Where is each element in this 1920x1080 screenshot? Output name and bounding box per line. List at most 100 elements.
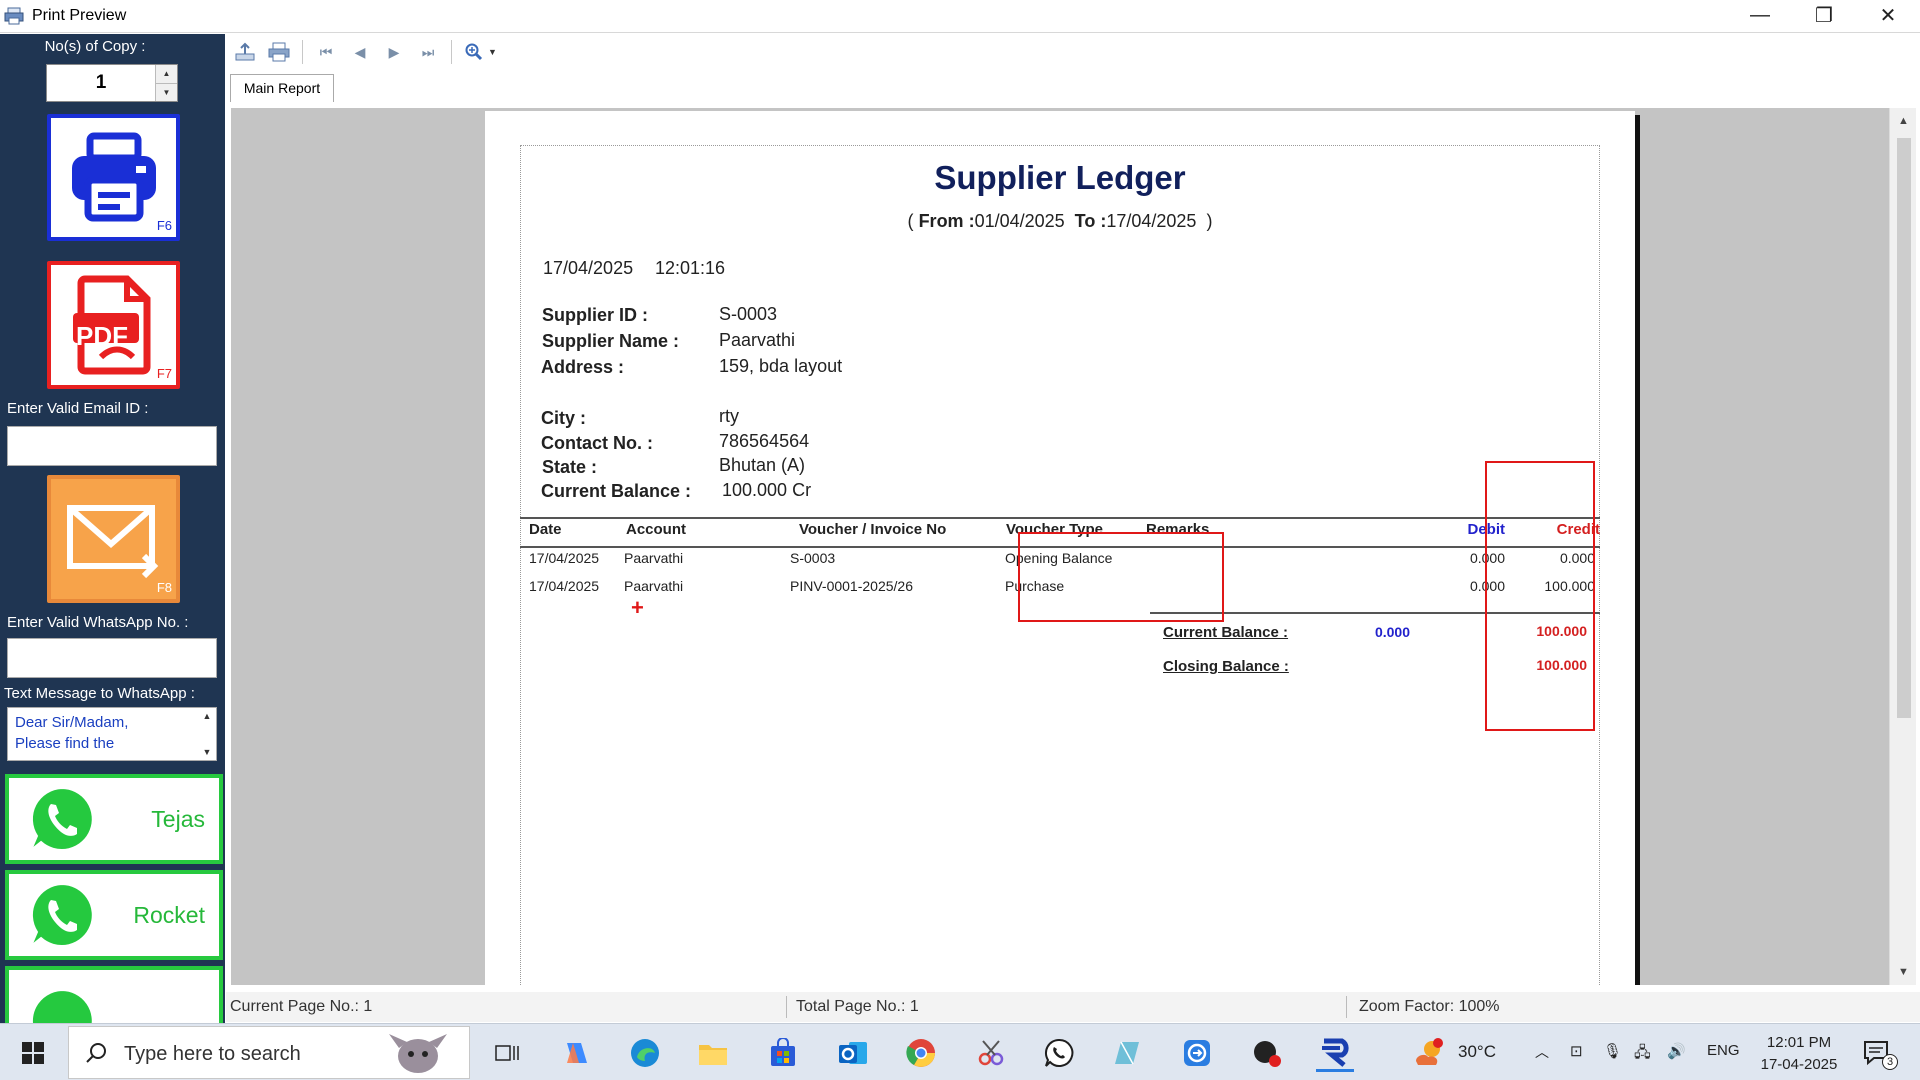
- supplier-id-value: S-0003: [719, 304, 778, 324]
- weather-button[interactable]: [1410, 1034, 1448, 1072]
- report-print-time: 12:01:16: [655, 258, 726, 278]
- export-icon: [235, 42, 255, 61]
- scroll-up-icon[interactable]: ▲: [203, 711, 212, 721]
- chrome-button[interactable]: [902, 1034, 940, 1072]
- scroll-thumb[interactable]: [1897, 138, 1911, 718]
- store-icon: [771, 1038, 795, 1066]
- message-scrollbar[interactable]: ▲ ▼: [198, 708, 216, 760]
- pdf-button[interactable]: PDF F7: [47, 261, 180, 389]
- snipping-tool-icon: [978, 1040, 1004, 1066]
- column-header-account: Account: [626, 521, 686, 538]
- chevron-down-icon: ▼: [488, 47, 497, 57]
- previous-page-icon: ◀: [354, 43, 366, 60]
- restore-button[interactable]: ❐: [1792, 0, 1856, 30]
- network-icon[interactable]: 🖧: [1634, 1042, 1651, 1067]
- active-app-button[interactable]: [1316, 1034, 1354, 1072]
- weather-temperature[interactable]: 30°C: [1458, 1042, 1496, 1062]
- file-explorer-button[interactable]: [694, 1034, 732, 1072]
- next-page-icon: ▶: [388, 43, 400, 60]
- report-tabs: Main Report: [228, 72, 1920, 104]
- zoom-dropdown-button[interactable]: ▼: [458, 37, 504, 67]
- store-button[interactable]: [764, 1034, 802, 1072]
- whatsapp-number-input[interactable]: [7, 638, 217, 678]
- copies-value[interactable]: 1: [47, 65, 155, 101]
- spin-down-icon[interactable]: ▼: [156, 82, 177, 101]
- email-icon: [66, 505, 158, 579]
- remote-desktop-icon: [1184, 1040, 1210, 1066]
- report-date-range: ( From :01/04/2025 To :17/04/2025 ): [485, 211, 1635, 232]
- print-button[interactable]: F6: [47, 114, 180, 241]
- status-total-page: Total Page No.: 1: [796, 998, 919, 1015]
- volume-icon[interactable]: 🔊: [1667, 1042, 1686, 1060]
- chevron-up-icon[interactable]: ︿: [1535, 1042, 1549, 1062]
- row-1-date: 17/04/2025: [529, 550, 600, 566]
- supplier-name-label: Supplier Name :: [542, 331, 680, 351]
- status-current-page: Current Page No.: 1: [230, 998, 373, 1015]
- search-highlight-icon: [389, 1034, 447, 1073]
- preview-vertical-scrollbar[interactable]: ▲ ▼: [1889, 108, 1916, 985]
- microphone-icon[interactable]: 🎙: [1603, 1042, 1622, 1060]
- weather-icon: [1416, 1038, 1443, 1065]
- remote-desktop-button[interactable]: [1178, 1034, 1216, 1072]
- whatsapp-taskbar-button[interactable]: [1040, 1034, 1078, 1072]
- status-separator: [786, 996, 787, 1018]
- taskbar-clock[interactable]: 12:01 PM 17-04-2025: [1754, 1032, 1844, 1076]
- windows-logo-icon: [22, 1042, 44, 1064]
- export-button[interactable]: [228, 37, 262, 67]
- snipping-tool-button[interactable]: [972, 1034, 1010, 1072]
- spin-up-icon[interactable]: ▲: [156, 65, 177, 83]
- toolbar-separator: [302, 40, 303, 64]
- whatsapp-message-input[interactable]: Dear Sir/Madam, Please find the ▲ ▼: [7, 707, 217, 761]
- search-placeholder: Type here to search: [124, 1043, 301, 1065]
- scroll-down-icon[interactable]: ▼: [1890, 961, 1917, 983]
- whatsapp-tejas-label: Tejas: [151, 805, 205, 832]
- language-indicator[interactable]: ENG: [1707, 1042, 1740, 1059]
- edge-icon: [631, 1039, 659, 1067]
- scroll-up-icon[interactable]: ▲: [1890, 110, 1917, 132]
- notifications-button[interactable]: 3: [1858, 1034, 1898, 1072]
- minimize-button[interactable]: —: [1728, 0, 1792, 30]
- close-button[interactable]: ✕: [1856, 0, 1920, 30]
- scroll-down-icon[interactable]: ▼: [203, 747, 212, 757]
- range-to-date: 17/04/2025: [1106, 211, 1197, 231]
- meet-now-icon[interactable]: ⊡: [1570, 1042, 1583, 1060]
- copilot-button[interactable]: [558, 1034, 596, 1072]
- city-value: rty: [719, 406, 739, 426]
- start-button[interactable]: [10, 1038, 56, 1068]
- print-preview-window: Print Preview — ❐ ✕ No(s) of Copy : 1 ▲ …: [0, 0, 1920, 1080]
- copies-stepper[interactable]: 1 ▲ ▼: [46, 64, 178, 102]
- edge-button[interactable]: [626, 1034, 664, 1072]
- pdf-label: PDF: [76, 321, 128, 351]
- previous-page-button[interactable]: ◀: [343, 37, 377, 67]
- last-page-button[interactable]: ⏭: [411, 37, 445, 67]
- whatsapp-rocket-button[interactable]: Rocket: [5, 870, 223, 960]
- copilot-icon: [567, 1043, 587, 1063]
- whatsapp-message-label: Text Message to WhatsApp :: [4, 685, 195, 702]
- whatsapp-message-text[interactable]: Dear Sir/Madam, Please find the: [15, 712, 195, 754]
- email-send-button[interactable]: F8: [47, 475, 180, 603]
- column-header-date: Date: [529, 521, 562, 538]
- first-page-button[interactable]: ⏮: [309, 37, 343, 67]
- row-1-voucher: S-0003: [790, 550, 836, 566]
- whatsapp-tejas-button[interactable]: Tejas: [5, 774, 223, 864]
- task-view-button[interactable]: [488, 1034, 526, 1072]
- taskbar-search[interactable]: Type here to search: [68, 1026, 470, 1079]
- email-input[interactable]: [7, 426, 217, 466]
- outlook-button[interactable]: [834, 1034, 872, 1072]
- status-zoom: Zoom Factor: 100%: [1359, 998, 1500, 1015]
- address-label: Address :: [541, 357, 625, 377]
- last-page-icon: ⏭: [421, 43, 435, 60]
- app-shortcut-button[interactable]: [1108, 1034, 1146, 1072]
- tab-main-report[interactable]: Main Report: [230, 74, 334, 102]
- first-page-icon: ⏮: [319, 43, 333, 60]
- app-shortcut-icon: [1115, 1041, 1139, 1065]
- print-toolbar-button[interactable]: [262, 37, 296, 67]
- toolbar-separator: [451, 40, 452, 64]
- folder-icon: [699, 1045, 727, 1065]
- contact-label: Contact No. :: [541, 433, 653, 453]
- window-controls: — ❐ ✕: [1728, 0, 1920, 33]
- next-page-button[interactable]: ▶: [377, 37, 411, 67]
- app-dark-button[interactable]: [1248, 1034, 1286, 1072]
- status-separator: [1346, 996, 1347, 1018]
- copies-label: No(s) of Copy :: [44, 38, 146, 55]
